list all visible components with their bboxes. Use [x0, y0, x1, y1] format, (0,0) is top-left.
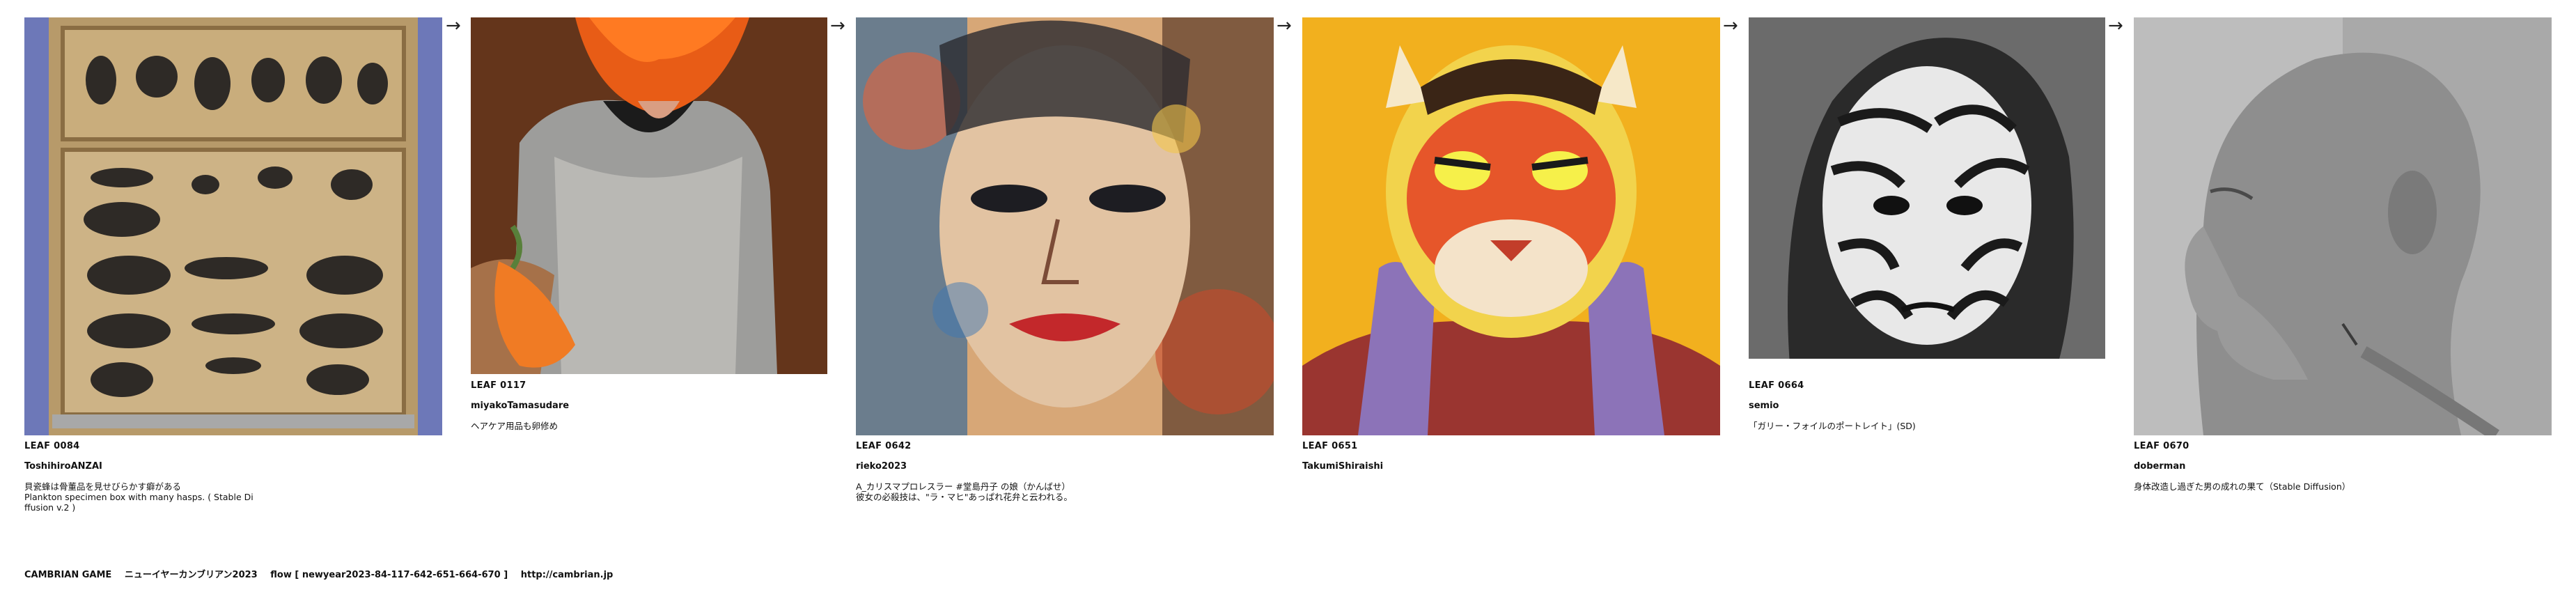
author-name[interactable]: rieko2023	[856, 461, 1274, 472]
author-name[interactable]: miyakoTamasudare	[471, 401, 827, 411]
footer-flow: flow [ newyear2023-84-117-642-651-664-67…	[270, 570, 508, 580]
leaf-number[interactable]: LEAF 0642	[856, 441, 1274, 451]
author-name[interactable]: ToshihiroANZAI	[24, 461, 442, 472]
painted-face-image[interactable]	[856, 17, 1274, 435]
leaf-number[interactable]: LEAF 0084	[24, 441, 442, 451]
footer-title: CAMBRIAN GAME	[24, 570, 112, 580]
footer-subtitle: ニューイヤーカンブリアン2023	[124, 570, 258, 580]
author-name[interactable]: TakumiShiraishi	[1302, 461, 1720, 472]
arrow-right-icon: →	[446, 15, 461, 36]
leaf-number[interactable]: LEAF 0651	[1302, 441, 1720, 451]
leaf-number[interactable]: LEAF 0670	[2134, 441, 2552, 451]
leaf-number[interactable]: LEAF 0664	[1749, 380, 2105, 391]
arrow-right-icon: →	[1277, 15, 1292, 36]
tiger-portrait-image[interactable]	[1302, 17, 1720, 435]
entry-caption: LEAF 0084 ToshihiroANZAI 貝瓷蜂は骨董品を見せびらかす癖…	[24, 441, 442, 513]
footer-url-link[interactable]: http://cambrian.jp	[521, 570, 614, 580]
specimen-box-image[interactable]	[24, 17, 442, 435]
leaf-description: 身体改造し過ぎた男の成れの果て（Stable Diffusion）	[2134, 481, 2351, 492]
entry-caption: LEAF 0117 miyakoTamasudare ヘアケア用品も卵修め	[471, 380, 827, 431]
orange-hair-armor-image[interactable]	[471, 17, 827, 374]
footer: CAMBRIAN GAME ニューイヤーカンブリアン2023 flow [ ne…	[24, 567, 623, 580]
zebra-face-image[interactable]	[1749, 17, 2105, 374]
entry-caption: LEAF 0670 doberman 身体改造し過ぎた男の成れの果て（Stabl…	[2134, 441, 2552, 492]
entry-caption: LEAF 0642 rieko2023 A_カリスマプロレスラー #堂島丹子 の…	[856, 441, 1274, 502]
entry-caption: LEAF 0651 TakumiShiraishi	[1302, 441, 1720, 481]
author-name[interactable]: semio	[1749, 401, 2105, 411]
leaf-description: A_カリスマプロレスラー #堂島丹子 の娘（かんばせ） 彼女の必殺技は、"ラ・マ…	[856, 481, 1072, 502]
leaf-description: 「ガリー・フォイルのポートレイト」(SD)	[1749, 421, 1916, 431]
arrow-right-icon: →	[1723, 15, 1738, 36]
entry-caption: LEAF 0664 semio 「ガリー・フォイルのポートレイト」(SD)	[1749, 380, 2105, 431]
author-name[interactable]: doberman	[2134, 461, 2552, 472]
leaf-description: 貝瓷蜂は骨董品を見せびらかす癖がある Plankton specimen box…	[24, 481, 253, 513]
arrow-right-icon: →	[2108, 15, 2123, 36]
arrow-right-icon: →	[830, 15, 845, 36]
leaf-description: ヘアケア用品も卵修め	[471, 421, 559, 431]
bald-man-profile-image[interactable]	[2134, 17, 2552, 435]
leaf-number[interactable]: LEAF 0117	[471, 380, 827, 391]
